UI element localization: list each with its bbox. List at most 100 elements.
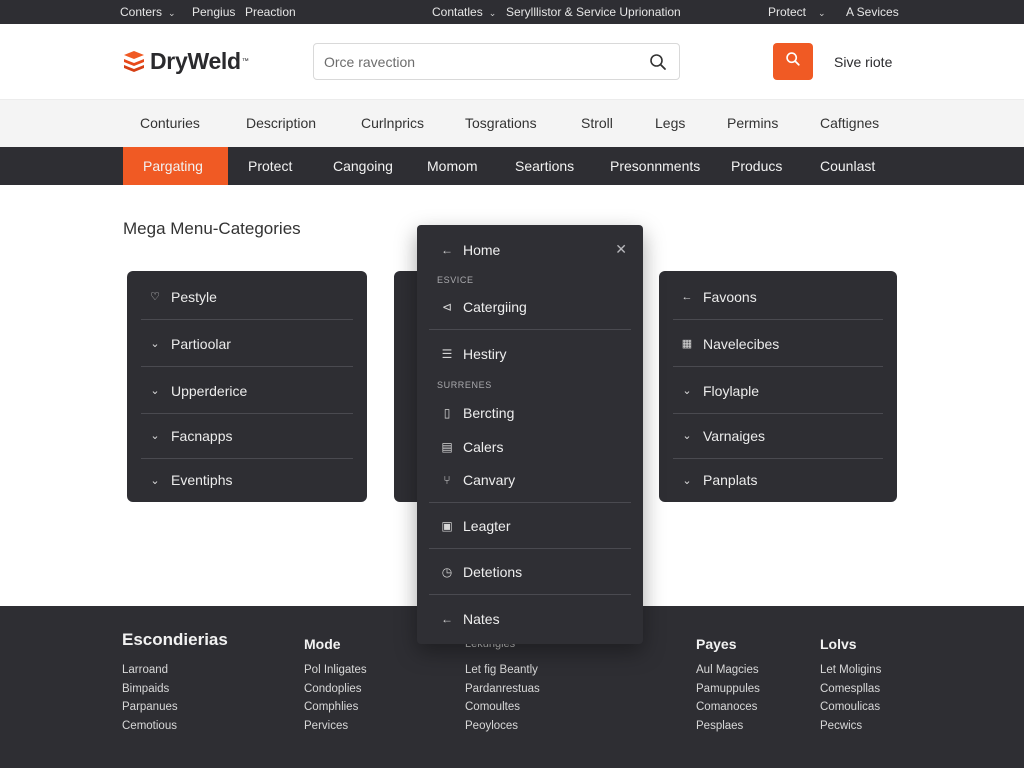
dropdown-item[interactable]: ← Nates bbox=[417, 604, 643, 634]
footer-link[interactable]: Pardanrestuas bbox=[465, 683, 540, 695]
footer-heading: Payes bbox=[696, 636, 737, 652]
footer-link[interactable]: Cemotious bbox=[122, 720, 177, 732]
footer-link[interactable]: Comoultes bbox=[465, 701, 520, 713]
panel-item[interactable]: ⌄ Varnaiges bbox=[673, 413, 883, 459]
footer-link[interactable]: Let Moligins bbox=[820, 664, 881, 676]
panel-item-label: Floylaple bbox=[703, 382, 760, 399]
nav-item[interactable]: Momom bbox=[427, 147, 478, 185]
utility-dropdown-protect[interactable]: Protect ⌄ bbox=[768, 5, 826, 19]
footer-link[interactable]: Aul Magcies bbox=[696, 664, 759, 676]
panel-item[interactable]: ♡ Pestyle bbox=[141, 274, 353, 320]
dropdown-item-label: Nates bbox=[463, 611, 500, 627]
footer-link[interactable]: Let fig Beantly bbox=[465, 664, 538, 676]
panel-item[interactable]: ⌄ Partioolar bbox=[141, 321, 353, 367]
footer-heading: Mode bbox=[304, 636, 341, 652]
footer-link[interactable]: Pervices bbox=[304, 720, 348, 732]
dropdown-item[interactable]: ◷ Detetions bbox=[417, 557, 643, 587]
utility-dropdown-contatles[interactable]: Contatles ⌄ bbox=[432, 5, 496, 19]
divider bbox=[429, 548, 631, 549]
chevron-down-icon: ⌄ bbox=[818, 8, 826, 18]
category-item[interactable]: Caftignes bbox=[820, 115, 879, 131]
category-panel-left: ♡ Pestyle ⌄ Partioolar ⌄ Upperderice ⌄ Facna… bbox=[127, 271, 367, 502]
panel-item[interactable]: ⌄ Floylaple bbox=[673, 368, 883, 414]
utility-dropdown-label: Conters bbox=[120, 5, 163, 19]
logo[interactable]: DryWeld ™ bbox=[122, 46, 249, 76]
chevron-down-icon: ⌄ bbox=[488, 8, 497, 18]
chevron-down-icon: ⌄ bbox=[682, 474, 692, 487]
utility-dropdown-label: Contatles bbox=[432, 5, 483, 19]
utility-link-pengius[interactable]: Pengius bbox=[192, 5, 235, 19]
footer-link[interactable]: Peoyloces bbox=[465, 720, 518, 732]
utility-service-text[interactable]: Serylllistor & Service Uprionation bbox=[506, 5, 681, 19]
footer-link[interactable]: Bimpaids bbox=[122, 683, 169, 695]
category-item[interactable]: Curlnprics bbox=[361, 115, 424, 131]
nav-item[interactable]: Presonnments bbox=[610, 147, 700, 185]
footer-link[interactable]: Comphlies bbox=[304, 701, 358, 713]
panel-item-label: Varnaiges bbox=[703, 427, 766, 444]
search-input[interactable] bbox=[324, 51, 634, 73]
panel-item-label: Eventiphs bbox=[171, 472, 233, 488]
footer-link[interactable]: Parpanues bbox=[122, 701, 178, 713]
nav-item[interactable]: Protect bbox=[248, 147, 292, 185]
footer-link[interactable]: Pecwics bbox=[820, 720, 862, 732]
chevron-down-icon: ⌄ bbox=[682, 385, 692, 397]
list-icon: ☰ bbox=[441, 347, 453, 361]
nav-item-active[interactable]: Pargating bbox=[123, 147, 228, 185]
search-icon[interactable] bbox=[649, 53, 667, 76]
utility-link-preaction[interactable]: Preaction bbox=[245, 5, 296, 19]
category-item[interactable]: Description bbox=[246, 115, 316, 131]
category-item[interactable]: Stroll bbox=[581, 115, 613, 131]
panel-item[interactable]: ⌄ Eventiphs bbox=[141, 457, 353, 502]
share-icon: ⊲ bbox=[441, 300, 453, 314]
footer-link[interactable]: Comanoces bbox=[696, 701, 757, 713]
panel-item[interactable]: ▦ Navelecibes bbox=[673, 321, 883, 367]
footer-link[interactable]: Comoulicas bbox=[820, 701, 880, 713]
dropdown-section-label: SURRENES bbox=[437, 380, 492, 390]
dropdown-item[interactable]: ☰ Hestiry bbox=[417, 339, 643, 369]
calendar-icon: ▤ bbox=[441, 440, 453, 454]
dropdown-item[interactable]: ⊲ Catergiing bbox=[417, 292, 643, 322]
utility-link-services[interactable]: A Sevices bbox=[846, 5, 899, 19]
dropdown-item[interactable]: ▯ Bercting bbox=[417, 398, 643, 428]
utility-bar: Conters ⌄ Pengius Preaction Contatles ⌄ Se… bbox=[0, 0, 1024, 24]
dropdown-item[interactable]: ▣ Leagter bbox=[417, 511, 643, 541]
search-icon bbox=[785, 51, 801, 72]
dropdown-item[interactable]: ⑂ Canvary bbox=[417, 465, 643, 495]
primary-nav: Pargating Protect Cangoing Momom Seartio… bbox=[0, 147, 1024, 185]
divider bbox=[429, 502, 631, 503]
nav-item[interactable]: Cangoing bbox=[333, 147, 393, 185]
chevron-down-icon: ⌄ bbox=[150, 430, 160, 442]
footer-link[interactable]: Pesplaes bbox=[696, 720, 743, 732]
nav-item[interactable]: Producs bbox=[731, 147, 782, 185]
category-item[interactable]: Conturies bbox=[140, 115, 200, 131]
dropdown-item-label: Canvary bbox=[463, 472, 516, 488]
footer-link[interactable]: Larroand bbox=[122, 664, 168, 676]
panel-item-label: Panplats bbox=[703, 472, 758, 488]
dropdown-item-label: Catergiing bbox=[463, 299, 527, 315]
category-panel-right: ← Favoons ▦ Navelecibes ⌄ Floylaple ⌄ Varnai… bbox=[659, 271, 897, 502]
category-item[interactable]: Legs bbox=[655, 115, 685, 131]
search-button[interactable] bbox=[773, 43, 813, 80]
footer-link[interactable]: Comespllas bbox=[820, 683, 880, 695]
header-link-sive-riote[interactable]: Sive riote bbox=[834, 54, 892, 70]
panel-item[interactable]: ⌄ Facnapps bbox=[141, 413, 353, 459]
footer-link[interactable]: Pol Inligates bbox=[304, 664, 367, 676]
panel-item[interactable]: ← Favoons bbox=[673, 274, 883, 320]
dropdown-section-label: ESVICE bbox=[437, 275, 474, 285]
category-item[interactable]: Permins bbox=[727, 115, 778, 131]
panel-item[interactable]: ⌄ Panplats bbox=[673, 457, 883, 502]
dropdown-item-label: Leagter bbox=[463, 518, 511, 534]
footer-link[interactable]: Pamuppules bbox=[696, 683, 760, 695]
logo-trademark: ™ bbox=[241, 57, 249, 65]
page-title: Mega Menu-Categories bbox=[123, 219, 301, 238]
nav-item[interactable]: Seartions bbox=[515, 147, 574, 185]
dropdown-item-label: Home bbox=[463, 242, 501, 258]
panel-item[interactable]: ⌄ Upperderice bbox=[141, 368, 353, 414]
dropdown-back-home[interactable]: ← Home bbox=[417, 235, 643, 265]
utility-dropdown-conters[interactable]: Conters ⌄ bbox=[120, 5, 176, 19]
category-item[interactable]: Tosgrations bbox=[465, 115, 537, 131]
dropdown-item[interactable]: ▤ Calers bbox=[417, 432, 643, 462]
nav-item[interactable]: Counlast bbox=[820, 147, 875, 185]
clock-icon: ◷ bbox=[441, 565, 453, 579]
footer-link[interactable]: Condoplies bbox=[304, 683, 362, 695]
